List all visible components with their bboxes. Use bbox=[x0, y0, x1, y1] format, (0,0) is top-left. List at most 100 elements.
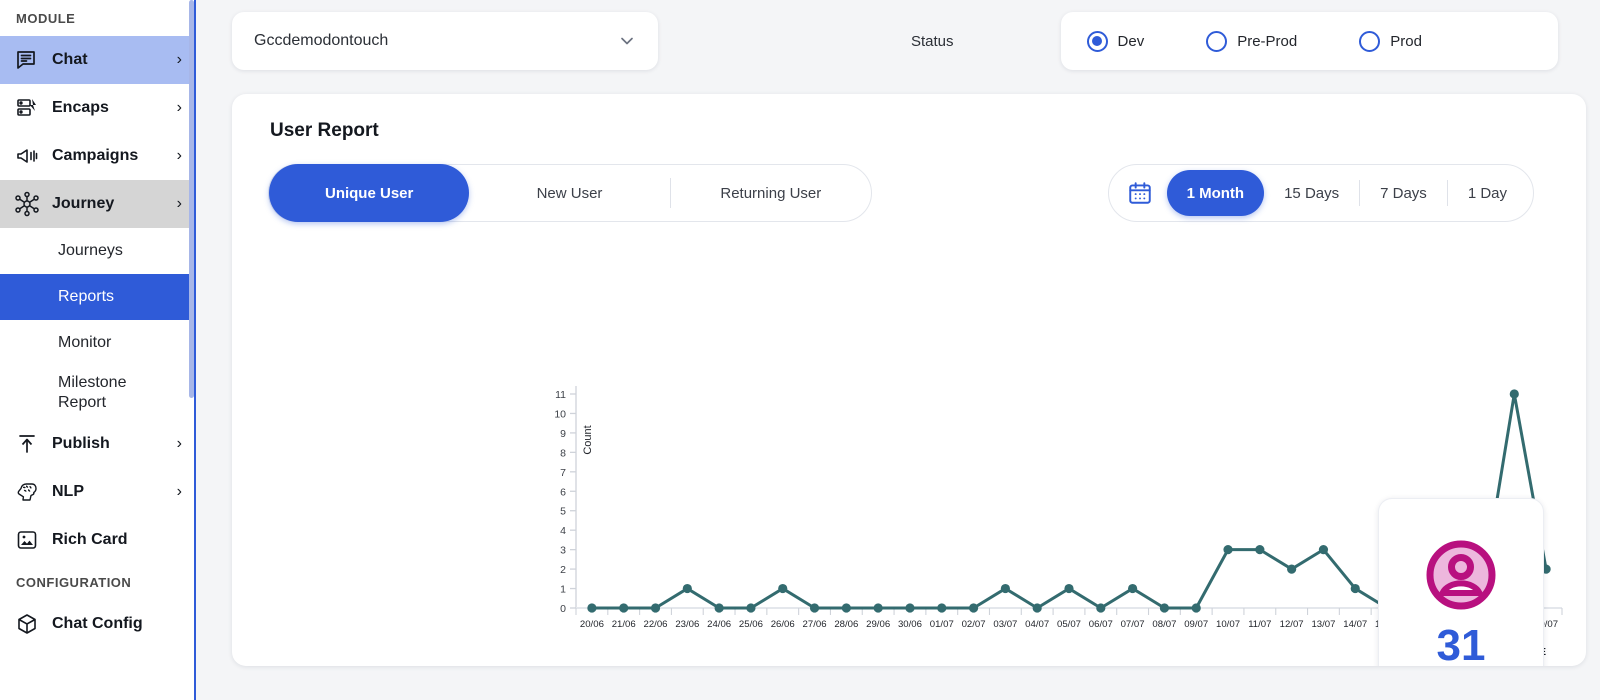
sidebar-item-nlp[interactable]: NLP › bbox=[0, 468, 194, 516]
status-radio-prod[interactable]: Prod bbox=[1359, 30, 1422, 52]
status-label: Status bbox=[911, 32, 954, 50]
tab-unique-user[interactable]: Unique User bbox=[269, 164, 470, 222]
app-root: MODULE Chat › Encaps › Campaigns › Journ… bbox=[0, 0, 1600, 700]
svg-text:01/07: 01/07 bbox=[930, 619, 954, 630]
environment-select[interactable]: Gccdemodontouch bbox=[232, 12, 658, 70]
chevron-right-icon: › bbox=[176, 195, 182, 212]
sidebar-item-campaigns[interactable]: Campaigns › bbox=[0, 132, 194, 180]
range-1-month[interactable]: 1 Month bbox=[1166, 170, 1265, 216]
sidebar-subitem-label: Milestone Report bbox=[58, 374, 127, 411]
status-radio-pre-prod[interactable]: Pre-Prod bbox=[1206, 30, 1297, 52]
svg-text:12/07: 12/07 bbox=[1280, 619, 1304, 630]
radio-icon bbox=[1086, 30, 1108, 52]
sidebar-item-journey[interactable]: Journey › bbox=[0, 180, 194, 228]
environment-select-value: Gccdemodontouch bbox=[254, 32, 389, 49]
status-radio-group: Dev Pre-Prod Prod bbox=[1060, 12, 1558, 70]
sidebar-section-module: MODULE bbox=[16, 11, 76, 26]
megaphone-icon bbox=[14, 143, 40, 169]
svg-text:23/06: 23/06 bbox=[675, 619, 699, 630]
svg-text:28/06: 28/06 bbox=[834, 619, 858, 630]
richcard-icon bbox=[14, 527, 40, 553]
svg-text:7: 7 bbox=[560, 467, 566, 479]
radio-icon bbox=[1206, 30, 1228, 52]
svg-text:10/07: 10/07 bbox=[1216, 619, 1240, 630]
status-radio-label: Dev bbox=[1117, 32, 1145, 50]
sidebar-item-label: Journey bbox=[52, 195, 115, 212]
status-radio-label: Prod bbox=[1390, 32, 1422, 50]
stat-value: 31 bbox=[1436, 621, 1486, 666]
svg-text:09/07: 09/07 bbox=[1184, 619, 1208, 630]
svg-text:5: 5 bbox=[560, 506, 566, 518]
svg-text:10: 10 bbox=[554, 408, 566, 420]
svg-text:11: 11 bbox=[555, 389, 566, 401]
publish-icon bbox=[14, 431, 40, 457]
sidebar-subitem-journeys[interactable]: Journeys bbox=[0, 228, 194, 274]
svg-text:27/06: 27/06 bbox=[803, 619, 827, 630]
sidebar: MODULE Chat › Encaps › Campaigns › Journ… bbox=[0, 0, 196, 700]
range-7-days[interactable]: 7 Days bbox=[1360, 170, 1447, 216]
sidebar-item-label: Rich Card bbox=[52, 531, 128, 548]
range-label: 1 Month bbox=[1186, 184, 1245, 202]
user-report-card: User Report Unique User New User Returni… bbox=[232, 94, 1586, 666]
svg-text:21/06: 21/06 bbox=[612, 619, 636, 630]
sidebar-subitem-label: Monitor bbox=[58, 334, 112, 351]
sidebar-item-rich-card[interactable]: Rich Card bbox=[0, 516, 194, 564]
sidebar-section-configuration: CONFIGURATION bbox=[16, 575, 132, 590]
user-avatar-icon bbox=[1422, 536, 1500, 619]
range-15-days[interactable]: 15 Days bbox=[1264, 170, 1359, 216]
svg-text:9: 9 bbox=[560, 428, 566, 440]
sidebar-item-label: Chat bbox=[52, 51, 88, 68]
svg-text:04/07: 04/07 bbox=[1025, 619, 1049, 630]
svg-text:24/06: 24/06 bbox=[707, 619, 731, 630]
date-range-tabs: 1 Month 15 Days 7 Days 1 Day bbox=[1107, 164, 1534, 222]
svg-text:25/06: 25/06 bbox=[739, 619, 763, 630]
encaps-icon bbox=[14, 95, 40, 121]
svg-text:02/07: 02/07 bbox=[962, 619, 986, 630]
chat-icon bbox=[14, 47, 40, 73]
svg-text:6: 6 bbox=[560, 486, 566, 498]
sidebar-item-encaps[interactable]: Encaps › bbox=[0, 84, 194, 132]
sidebar-item-publish[interactable]: Publish › bbox=[0, 420, 194, 468]
sidebar-subitem-label: Reports bbox=[58, 288, 115, 305]
chevron-right-icon: › bbox=[176, 51, 182, 68]
sidebar-subitem-label: Journeys bbox=[58, 242, 123, 259]
calendar-icon[interactable] bbox=[1127, 180, 1153, 206]
svg-text:22/06: 22/06 bbox=[644, 619, 668, 630]
range-1-day[interactable]: 1 Day bbox=[1448, 170, 1527, 216]
sidebar-item-label: Encaps bbox=[52, 99, 109, 116]
tab-new-user[interactable]: New User bbox=[469, 165, 669, 221]
svg-text:14/07: 14/07 bbox=[1343, 619, 1367, 630]
user-type-tabs: Unique User New User Returning User bbox=[268, 164, 872, 222]
chevron-right-icon: › bbox=[176, 435, 182, 452]
svg-text:8: 8 bbox=[560, 447, 566, 459]
status-radio-dev[interactable]: Dev bbox=[1086, 30, 1145, 52]
sidebar-item-label: Campaigns bbox=[52, 147, 139, 164]
svg-text:26/06: 26/06 bbox=[771, 619, 795, 630]
svg-text:30/06: 30/06 bbox=[898, 619, 922, 630]
svg-text:Count: Count bbox=[582, 425, 594, 454]
sidebar-item-label: NLP bbox=[52, 483, 84, 500]
svg-text:06/07: 06/07 bbox=[1089, 619, 1113, 630]
sidebar-subitem-monitor[interactable]: Monitor bbox=[0, 320, 194, 366]
chevron-right-icon: › bbox=[176, 99, 182, 116]
sidebar-item-chat[interactable]: Chat › bbox=[0, 36, 194, 84]
sidebar-item-chat-config[interactable]: Chat Config bbox=[0, 600, 194, 648]
svg-text:08/07: 08/07 bbox=[1152, 619, 1176, 630]
sidebar-subitem-milestone-report[interactable]: Milestone Report bbox=[0, 366, 194, 420]
chevron-down-icon bbox=[618, 32, 636, 50]
svg-text:13/07: 13/07 bbox=[1311, 619, 1335, 630]
journey-icon bbox=[14, 191, 40, 217]
sidebar-scrollbar[interactable] bbox=[189, 0, 194, 398]
range-label: 15 Days bbox=[1284, 184, 1340, 202]
tab-returning-user[interactable]: Returning User bbox=[671, 165, 871, 221]
svg-text:3: 3 bbox=[560, 545, 566, 557]
sidebar-item-label: Chat Config bbox=[52, 615, 143, 632]
range-label: 1 Day bbox=[1467, 184, 1507, 202]
tab-label: Unique User bbox=[324, 184, 414, 202]
svg-text:07/07: 07/07 bbox=[1121, 619, 1145, 630]
sidebar-subitem-reports[interactable]: Reports bbox=[0, 274, 194, 320]
svg-text:03/07: 03/07 bbox=[993, 619, 1017, 630]
svg-text:29/06: 29/06 bbox=[866, 619, 890, 630]
top-bar: Gccdemodontouch Status Dev Pre-Prod Prod bbox=[232, 10, 1586, 72]
brain-icon bbox=[14, 479, 40, 505]
